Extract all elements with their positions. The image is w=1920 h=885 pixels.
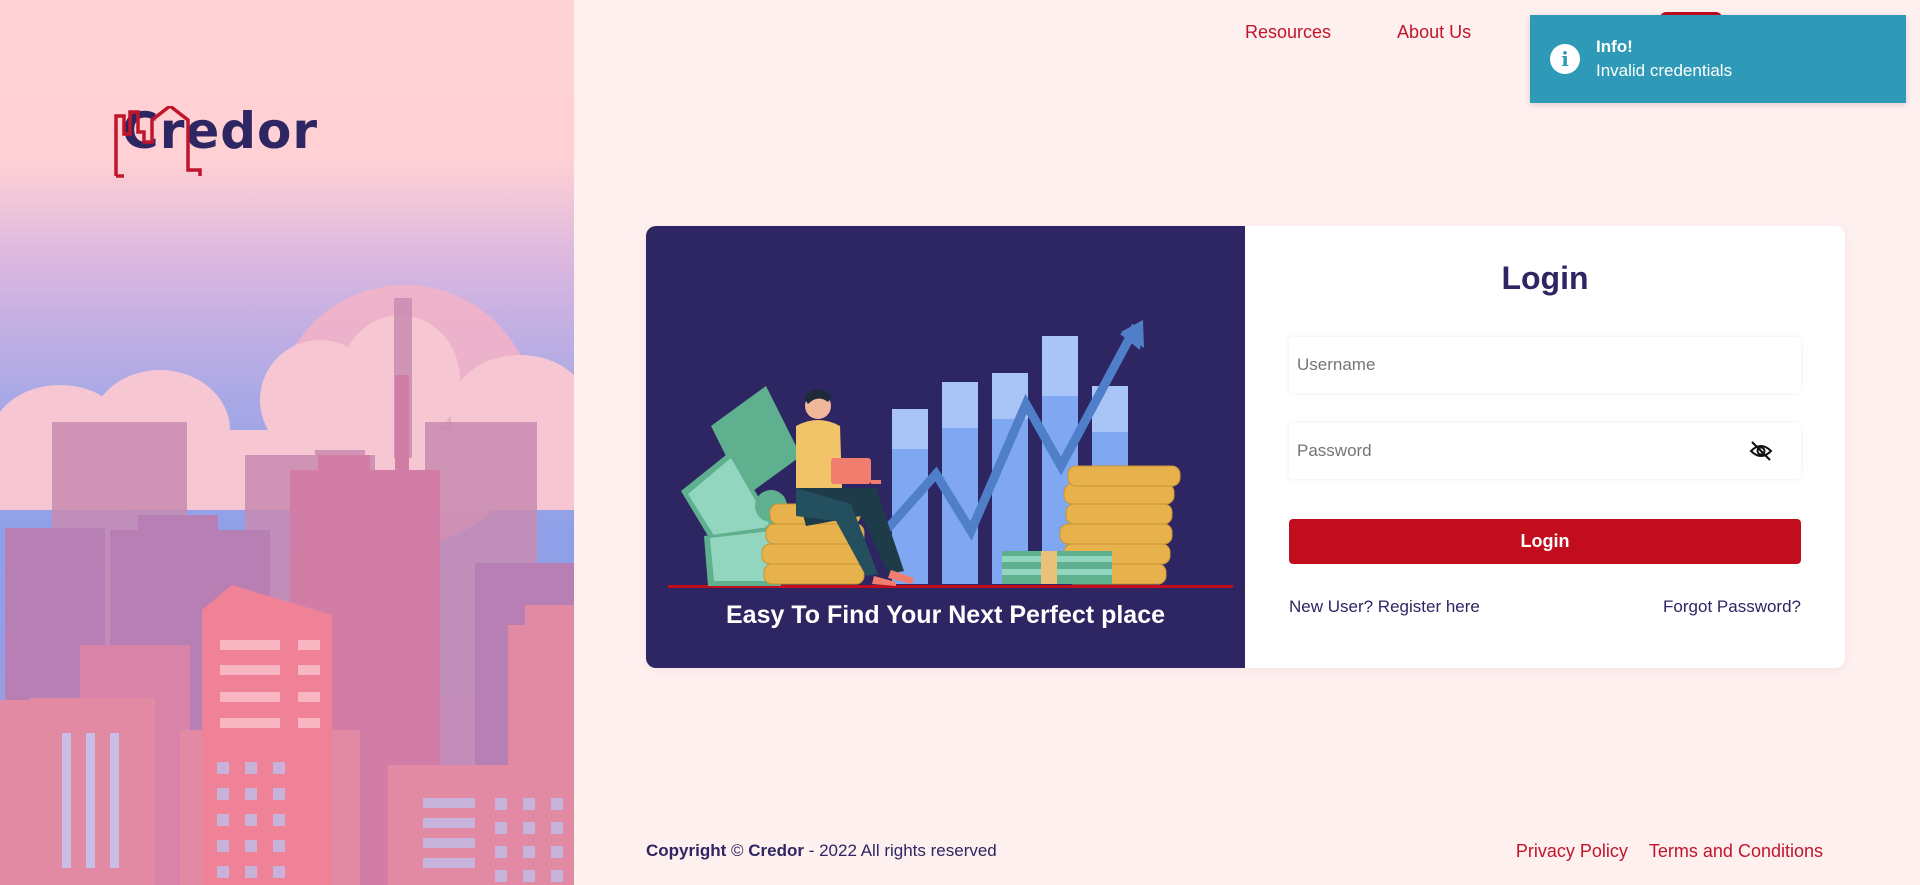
password-field-wrapper — [1289, 423, 1801, 479]
login-form: Login Login New User? Register here Forg… — [1245, 226, 1845, 668]
password-input[interactable] — [1289, 423, 1801, 479]
copyright-rights: - 2022 All rights reserved — [804, 841, 997, 860]
nav-link-about-us[interactable]: About Us — [1397, 22, 1471, 43]
nav-link-resources[interactable]: Resources — [1245, 22, 1331, 43]
copyright-label: Copyright — [646, 841, 727, 860]
forgot-password-link[interactable]: Forgot Password? — [1663, 597, 1801, 617]
privacy-policy-link[interactable]: Privacy Policy — [1516, 841, 1628, 862]
copyright-company: Credor — [748, 841, 804, 860]
username-field-wrapper — [1289, 337, 1801, 393]
login-card: Easy To Find Your Next Perfect place Log… — [646, 226, 1845, 668]
card-tagline: Easy To Find Your Next Perfect place — [725, 601, 1166, 629]
eye-slash-icon[interactable] — [1749, 440, 1773, 462]
login-title: Login — [1501, 260, 1589, 296]
copyright-symbol: © — [726, 841, 749, 860]
toast-message: Invalid credentials — [1596, 61, 1733, 80]
credor-logo-icon — [114, 106, 202, 178]
toast-title: Info! — [1596, 37, 1633, 56]
toast-content: Info! Invalid credentials — [1596, 35, 1732, 83]
city-illustration-panel: Credor — [0, 0, 574, 885]
footer-copyright: Copyright © Credor - 2022 All rights res… — [646, 841, 997, 861]
footer-links: Privacy Policy Terms and Conditions — [1516, 841, 1823, 862]
info-toast[interactable]: i Info! Invalid credentials — [1530, 15, 1906, 103]
username-input[interactable] — [1289, 337, 1801, 393]
card-illustration-panel: Easy To Find Your Next Perfect place — [646, 226, 1245, 668]
info-icon: i — [1550, 44, 1580, 74]
terms-link[interactable]: Terms and Conditions — [1649, 841, 1823, 862]
register-link[interactable]: New User? Register here — [1289, 597, 1480, 617]
top-nav: Resources About Us — [1245, 22, 1471, 43]
login-button[interactable]: Login — [1289, 519, 1801, 564]
brand-logo[interactable]: Credor — [114, 106, 318, 178]
